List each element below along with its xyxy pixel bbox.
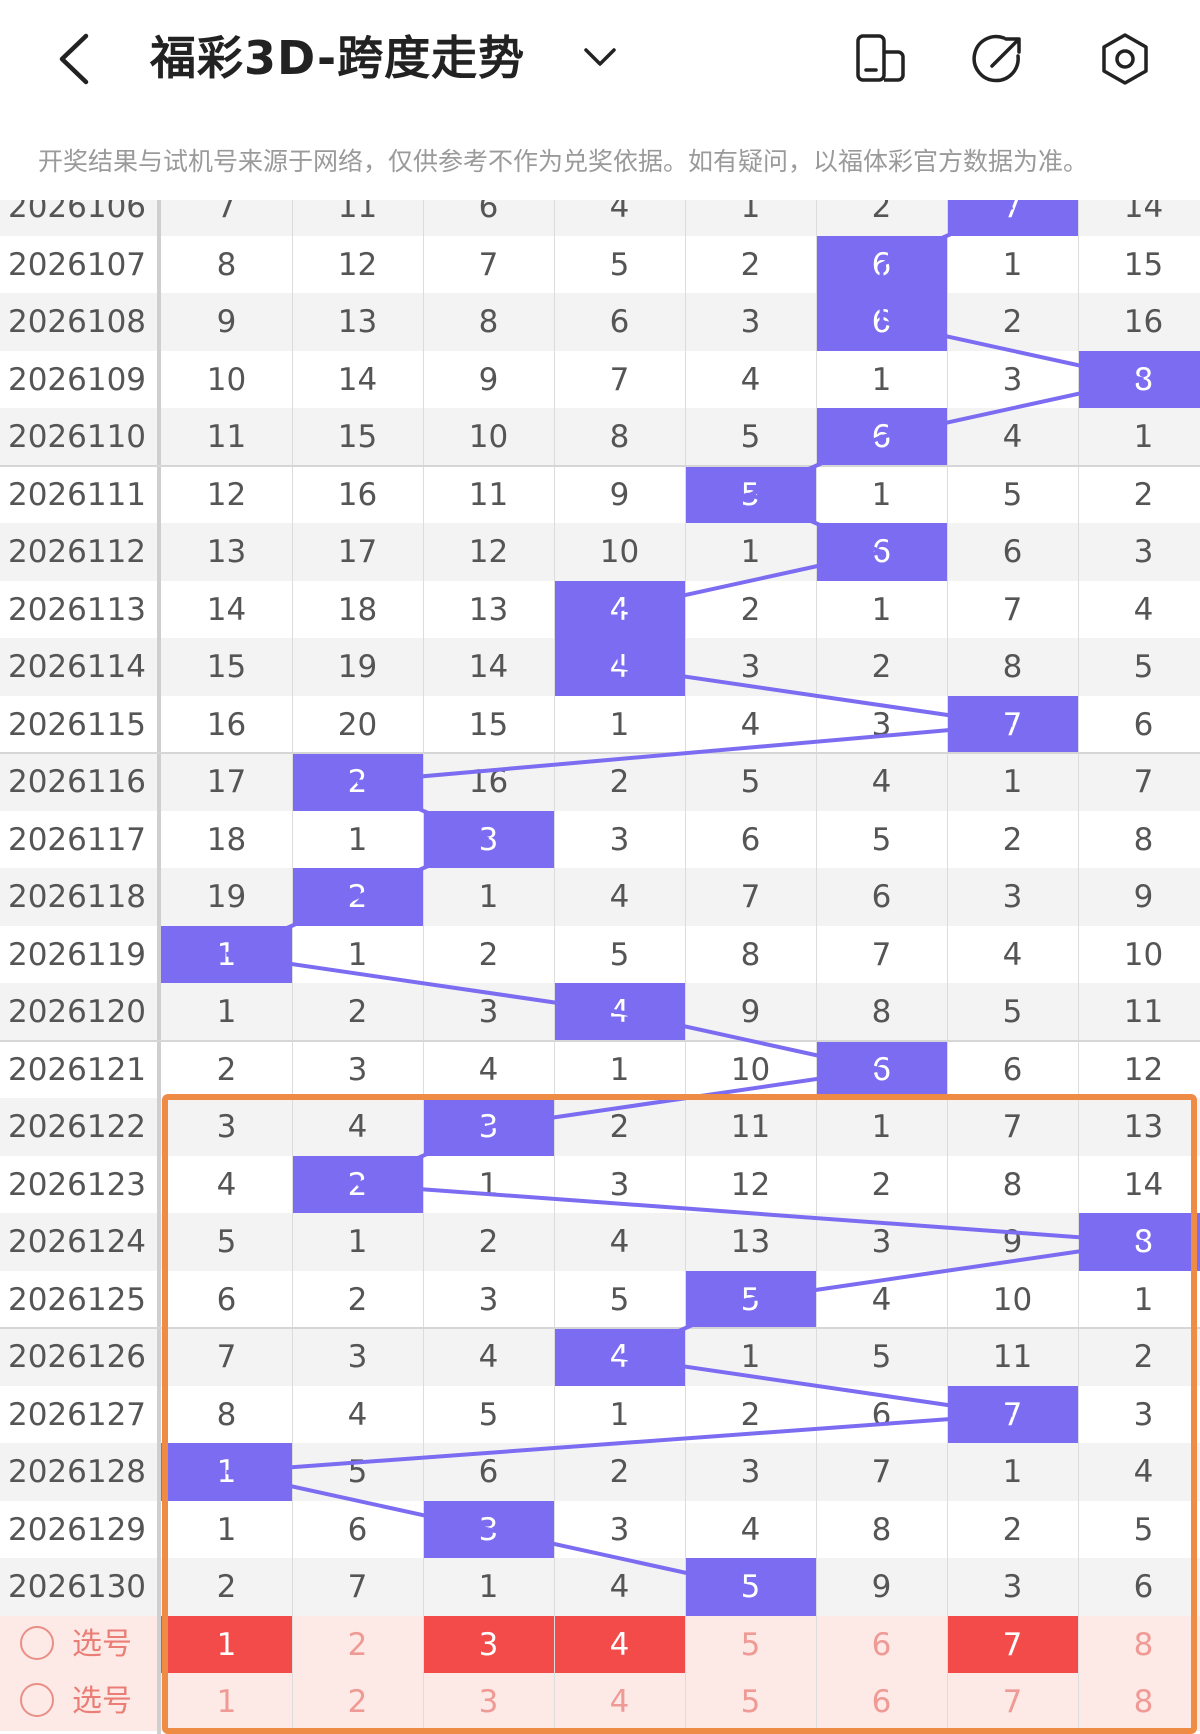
- back-button[interactable]: [48, 26, 108, 90]
- disclaimer-notice: 开奖结果与试机号来源于网络，仅供参考不作为兑奖依据。如有疑问，以福体彩官方数据为…: [38, 147, 1089, 176]
- trend-line-segment: [619, 1355, 1013, 1417]
- trend-line-segment: [225, 895, 359, 957]
- trend-line-segment: [619, 665, 1013, 727]
- settings-gear-icon: [1102, 33, 1148, 85]
- trend-line-segment: [357, 1182, 1144, 1244]
- trend-line-layer: [225, 205, 1144, 1589]
- trend-line-segment: [749, 492, 883, 554]
- span-trend-table: 2026106711641271420261078127526115202610…: [0, 200, 1200, 1734]
- settings-button[interactable]: [1096, 30, 1154, 88]
- trend-line-segment: [356, 780, 490, 842]
- trend-line-segment: [750, 1240, 1144, 1302]
- trend-line-segment: [881, 320, 1144, 382]
- lottery-type-dropdown[interactable]: [578, 36, 622, 80]
- trend-line-segment: [618, 1297, 752, 1359]
- device-button[interactable]: [852, 30, 910, 88]
- chevron-left-icon: [59, 33, 89, 85]
- trend-line-segment: [226, 952, 620, 1014]
- trend-line-segment: [488, 1527, 751, 1589]
- trend-line-segment: [881, 377, 1144, 439]
- trend-line-segment: [357, 722, 1013, 784]
- trend-line-segment: [619, 1010, 882, 1072]
- trend-line-segment: [356, 1125, 490, 1187]
- trend-line-segment: [356, 837, 490, 899]
- trend-line-segment: [880, 205, 1014, 267]
- share-arrow-icon: [972, 34, 1021, 83]
- trend-line-segment: [619, 550, 882, 612]
- trend-line-segment: [226, 1412, 1013, 1474]
- page-title: 福彩3D-跨度走势: [150, 31, 526, 85]
- app-header: 福彩3D-跨度走势: [0, 0, 1200, 118]
- trend-line-segment: [749, 435, 883, 497]
- trend-line-segment: [226, 1470, 489, 1532]
- device-icon: [856, 34, 905, 82]
- trend-line-segment: [488, 1067, 882, 1129]
- share-button[interactable]: [970, 30, 1028, 88]
- chevron-down-icon: [584, 48, 616, 66]
